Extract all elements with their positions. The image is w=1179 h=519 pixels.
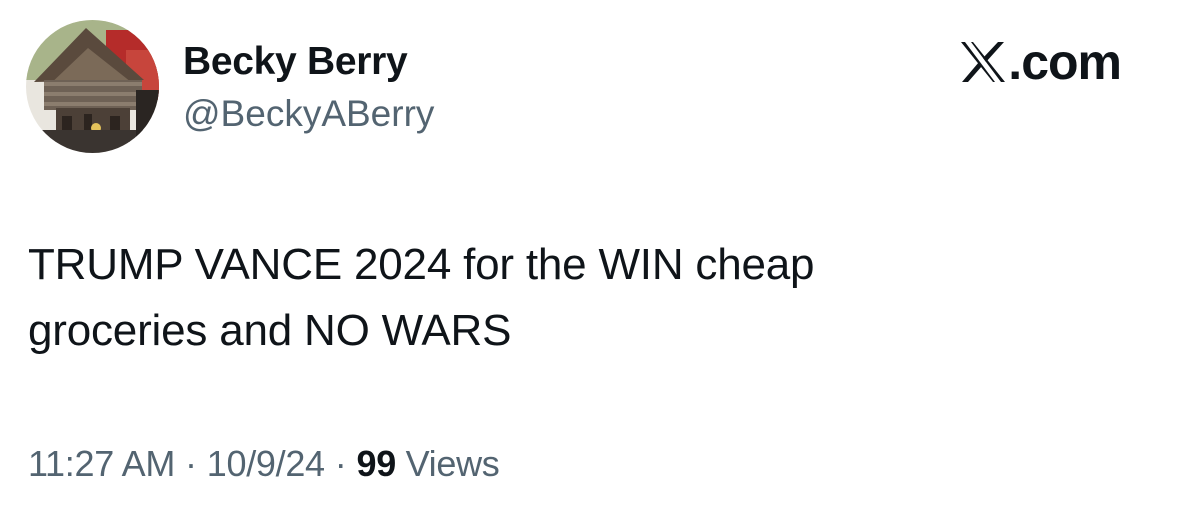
birdhouse-photo-icon xyxy=(26,20,159,153)
tweet-text-line-1: TRUMP VANCE 2024 for the WIN cheap xyxy=(28,240,815,289)
separator-dot: · xyxy=(334,443,347,484)
tweet-text-line-2: groceries and NO WARS xyxy=(28,306,512,355)
tweet-date[interactable]: 10/9/24 xyxy=(207,443,325,484)
tweet-meta: 11:27 AM · 10/9/24 · 99 Views xyxy=(28,443,500,485)
site-badge: .com xyxy=(959,34,1122,90)
tweet-text: TRUMP VANCE 2024 for the WIN cheap groce… xyxy=(28,232,1028,364)
views-label: Views xyxy=(405,443,500,484)
tweet-time[interactable]: 11:27 AM xyxy=(28,443,175,484)
views-count[interactable]: 99 xyxy=(356,443,396,484)
avatar[interactable] xyxy=(26,20,159,153)
separator-dot: · xyxy=(185,443,197,484)
author-name[interactable]: Becky Berry xyxy=(183,40,408,84)
x-logo-icon xyxy=(961,42,1006,82)
tweet-card: Becky Berry @BeckyABerry .com TRUMP VANC… xyxy=(0,0,1179,519)
site-label: .com xyxy=(1008,34,1122,90)
author-handle[interactable]: @BeckyABerry xyxy=(183,93,434,135)
